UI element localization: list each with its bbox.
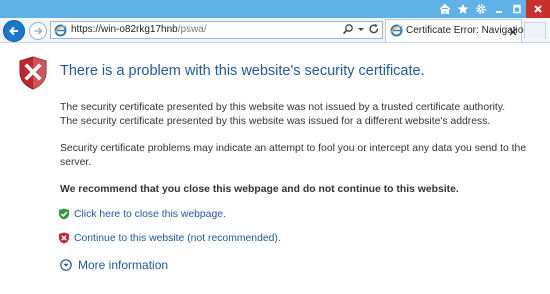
warning-paragraph: Security certificate problems may indica… [60, 143, 527, 168]
settings-gear-icon[interactable] [472, 0, 490, 18]
forward-icon [34, 27, 43, 35]
tab-close-icon[interactable] [508, 24, 518, 42]
certificate-details: The security certificate presented by th… [60, 101, 505, 129]
back-icon [9, 26, 18, 36]
search-icon[interactable] [342, 23, 354, 35]
title-bar-controls [436, 0, 550, 18]
shield-error-icon [19, 56, 47, 90]
ie-icon [390, 24, 403, 42]
favorites-star-icon[interactable] [454, 0, 472, 18]
continue-to-website-link[interactable]: Continue to this website (not recommende… [58, 232, 281, 244]
address-path: /pswa/ [177, 24, 207, 35]
minimize-button[interactable] [490, 0, 508, 18]
forward-button[interactable] [29, 22, 47, 40]
address-tools [342, 23, 380, 35]
recommendation-text: We recommend that you close this webpage… [60, 184, 459, 195]
address-bar[interactable]: https://win-o82rkg17hnb/pswa/ [50, 21, 383, 39]
new-tab-button[interactable] [524, 22, 546, 39]
dropdown-icon[interactable] [357, 23, 365, 35]
detail-line-mismatch: The security certificate presented by th… [60, 116, 491, 127]
home-icon[interactable] [436, 0, 454, 18]
maximize-button[interactable] [508, 0, 526, 18]
green-shield-check-icon [58, 208, 70, 220]
page-title: There is a problem with this website's s… [60, 63, 425, 79]
red-shield-x-icon [58, 232, 70, 244]
detail-line-untrusted: The security certificate presented by th… [60, 102, 506, 113]
navigation-bar: https://win-o82rkg17hnb/pswa/ Certificat… [0, 18, 550, 43]
ie-icon [54, 24, 67, 42]
close-webpage-link[interactable]: Click here to close this webpage. [58, 208, 226, 220]
refresh-icon[interactable] [368, 23, 380, 35]
back-button[interactable] [3, 20, 25, 42]
title-bar [0, 0, 550, 18]
more-information-label: More information [78, 258, 169, 272]
address-host: https://win-o82rkg17hnb [71, 24, 178, 35]
close-webpage-link-label: Click here to close this webpage. [74, 208, 226, 220]
close-window-button[interactable] [526, 0, 550, 18]
more-information-toggle[interactable]: More information [60, 258, 168, 272]
address-url: https://win-o82rkg17hnb/pswa/ [71, 24, 207, 35]
page-content: There is a problem with this website's s… [0, 43, 550, 294]
tab-certificate-error[interactable]: Certificate Error: Navigation... [385, 19, 537, 42]
expand-chevron-icon [60, 259, 72, 271]
continue-link-label: Continue to this website (not recommende… [74, 232, 281, 244]
